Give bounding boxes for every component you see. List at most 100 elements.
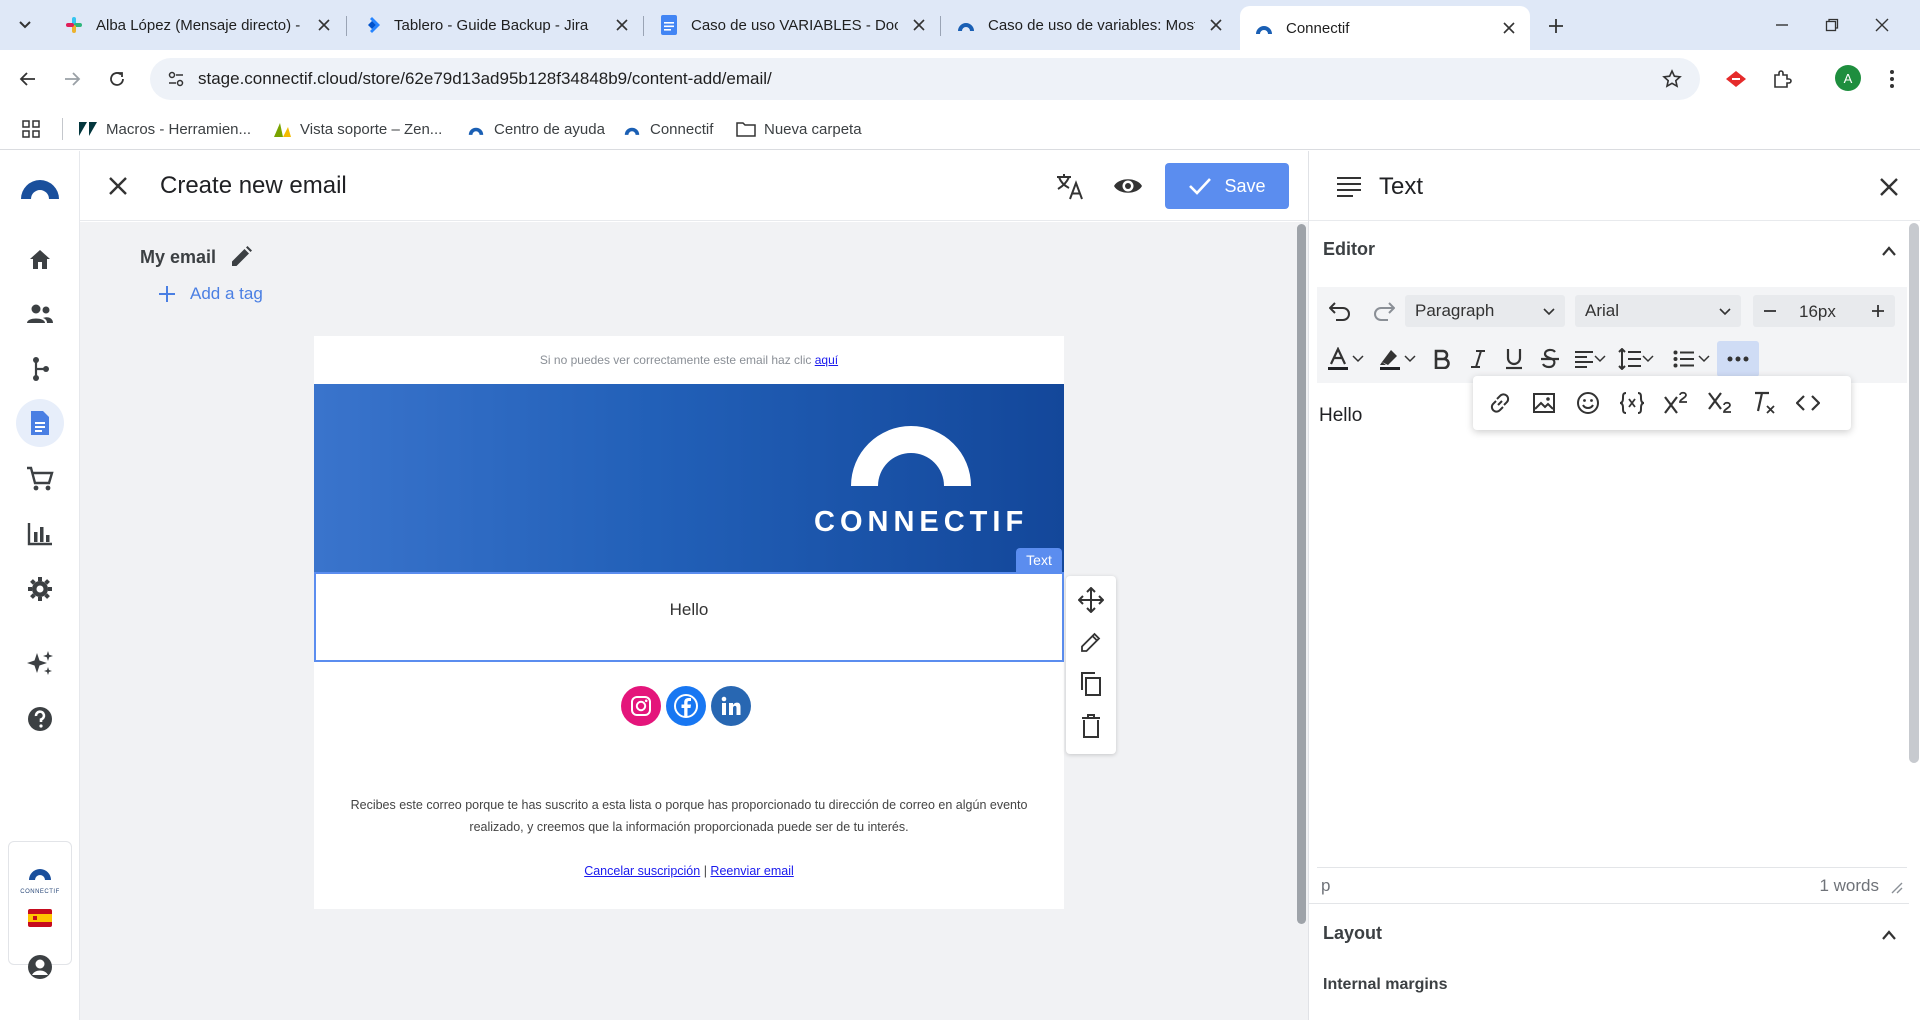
chevron-down-icon[interactable]: [1591, 344, 1609, 374]
chevron-up-icon[interactable]: [1877, 239, 1901, 263]
insert-image-icon[interactable]: [1529, 388, 1559, 418]
url-text[interactable]: stage.connectif.cloud/store/62e79d13ad95…: [198, 69, 1658, 89]
source-code-icon[interactable]: [1793, 388, 1823, 418]
close-icon[interactable]: [1205, 14, 1227, 36]
forward-email-link[interactable]: Reenviar email: [710, 864, 793, 878]
email-name[interactable]: My email: [140, 246, 253, 268]
facebook-icon[interactable]: [666, 686, 706, 726]
editor-section-title[interactable]: Editor: [1323, 239, 1375, 260]
extensions-puzzle-icon[interactable]: [1768, 65, 1796, 93]
redo-icon[interactable]: [1369, 296, 1399, 326]
edit-block-button[interactable]: [1077, 628, 1105, 656]
subscript-icon[interactable]: [1705, 388, 1735, 418]
bookmark-vista-soporte[interactable]: Vista soporte – Zen...: [272, 116, 442, 142]
nav-contacts[interactable]: [22, 296, 58, 332]
move-block-button[interactable]: [1077, 586, 1105, 614]
superscript-icon[interactable]: [1661, 388, 1691, 418]
instagram-icon[interactable]: [621, 686, 661, 726]
restore-button[interactable]: [1812, 10, 1852, 40]
tab-search-button[interactable]: [12, 12, 38, 38]
rich-text-editor-content[interactable]: Hello: [1319, 405, 1362, 427]
clear-formatting-icon[interactable]: [1749, 388, 1779, 418]
underline-icon[interactable]: [1499, 344, 1529, 374]
chevron-down-icon[interactable]: [1639, 344, 1657, 374]
insert-variable-icon[interactable]: [1617, 388, 1647, 418]
undo-icon[interactable]: [1325, 296, 1355, 326]
translate-button[interactable]: [1054, 170, 1086, 202]
banner-image-block[interactable]: CONNECTIF: [314, 384, 1064, 572]
browser-menu-icon[interactable]: [1878, 65, 1906, 93]
store-switcher[interactable]: CONNECTIF: [8, 841, 72, 965]
close-icon[interactable]: [1498, 17, 1520, 39]
preview-button[interactable]: [1112, 170, 1144, 202]
bookmark-macros[interactable]: Macros - Herramien...: [78, 116, 251, 142]
profile-avatar[interactable]: A: [1835, 65, 1861, 91]
docs-icon: [659, 15, 679, 35]
minimize-window-button[interactable]: [1762, 10, 1802, 40]
unsubscribe-link[interactable]: Cancelar suscripción: [584, 864, 700, 878]
nav-settings[interactable]: [22, 571, 58, 607]
tab-slack[interactable]: Alba López (Mensaje directo) - C: [50, 8, 345, 42]
nav-account[interactable]: [22, 949, 58, 985]
forward-button[interactable]: [58, 65, 86, 93]
panel-scrollbar-thumb[interactable]: [1909, 223, 1919, 763]
increase-font-size-icon[interactable]: [1863, 296, 1893, 326]
bookmark-centro-ayuda[interactable]: Centro de ayuda: [466, 116, 605, 142]
nav-ai[interactable]: [22, 646, 58, 682]
close-editor-button[interactable]: [104, 172, 132, 200]
nav-store[interactable]: [22, 461, 58, 497]
emoji-icon[interactable]: [1573, 388, 1603, 418]
tab-jira[interactable]: Tablero - Guide Backup - Jira: [348, 8, 643, 42]
connectif-logo-icon[interactable]: [19, 175, 61, 199]
close-panel-button[interactable]: [1875, 173, 1903, 201]
address-bar[interactable]: stage.connectif.cloud/store/62e79d13ad95…: [150, 58, 1700, 100]
new-tab-button[interactable]: [1542, 12, 1570, 40]
preheader-block[interactable]: Si no puedes ver correctamente este emai…: [314, 336, 1064, 384]
nav-content[interactable]: [16, 399, 64, 447]
tab-docs[interactable]: Caso de uso VARIABLES - Docu: [645, 8, 940, 42]
apps-grid-icon[interactable]: [20, 118, 42, 140]
preheader-link[interactable]: aquí: [815, 353, 838, 367]
block-format-select[interactable]: Paragraph: [1405, 295, 1565, 327]
chevron-down-icon[interactable]: [1401, 344, 1419, 374]
text-block-selected[interactable]: Hello: [314, 572, 1064, 662]
bookmark-star-icon[interactable]: [1658, 65, 1686, 93]
delete-block-button[interactable]: [1077, 712, 1105, 740]
back-button[interactable]: [14, 65, 42, 93]
add-tag-button[interactable]: Add a tag: [158, 284, 263, 304]
chevron-up-icon[interactable]: [1877, 923, 1901, 947]
close-icon[interactable]: [908, 14, 930, 36]
canvas-scrollbar-thumb[interactable]: [1297, 224, 1306, 924]
italic-icon[interactable]: [1463, 344, 1493, 374]
close-icon[interactable]: [313, 14, 335, 36]
canvas-scrollbar[interactable]: [1294, 222, 1308, 1020]
insert-link-icon[interactable]: [1485, 388, 1515, 418]
extension-red-icon[interactable]: [1722, 65, 1750, 93]
element-path[interactable]: p: [1321, 876, 1330, 896]
strikethrough-icon[interactable]: [1535, 344, 1565, 374]
layout-section-title[interactable]: Layout: [1323, 923, 1382, 944]
linkedin-icon[interactable]: [711, 686, 751, 726]
resize-grip-icon[interactable]: [1889, 880, 1903, 894]
nav-reports[interactable]: [22, 516, 58, 552]
reload-button[interactable]: [103, 65, 131, 93]
nav-workflows[interactable]: [22, 351, 58, 387]
bookmark-connectif[interactable]: Connectif: [622, 116, 713, 142]
tab-connectif-active[interactable]: Connectif: [1240, 6, 1530, 50]
bold-icon[interactable]: [1427, 344, 1457, 374]
chevron-down-icon[interactable]: [1349, 344, 1367, 374]
more-options-button[interactable]: [1717, 341, 1759, 377]
font-family-select[interactable]: Arial: [1575, 295, 1741, 327]
nav-help[interactable]: [22, 701, 58, 737]
nav-home[interactable]: [22, 241, 58, 277]
decrease-font-size-icon[interactable]: [1755, 296, 1785, 326]
duplicate-block-button[interactable]: [1077, 670, 1105, 698]
site-settings-icon[interactable]: [164, 67, 188, 91]
chevron-down-icon[interactable]: [1695, 344, 1713, 374]
font-size-value[interactable]: 16px: [1799, 302, 1836, 322]
close-window-button[interactable]: [1862, 10, 1902, 40]
save-button[interactable]: Save: [1165, 163, 1289, 209]
tab-connectif-variables[interactable]: Caso de uso de variables: Most: [942, 8, 1237, 42]
close-icon[interactable]: [611, 14, 633, 36]
bookmark-nueva-carpeta[interactable]: Nueva carpeta: [736, 116, 862, 142]
